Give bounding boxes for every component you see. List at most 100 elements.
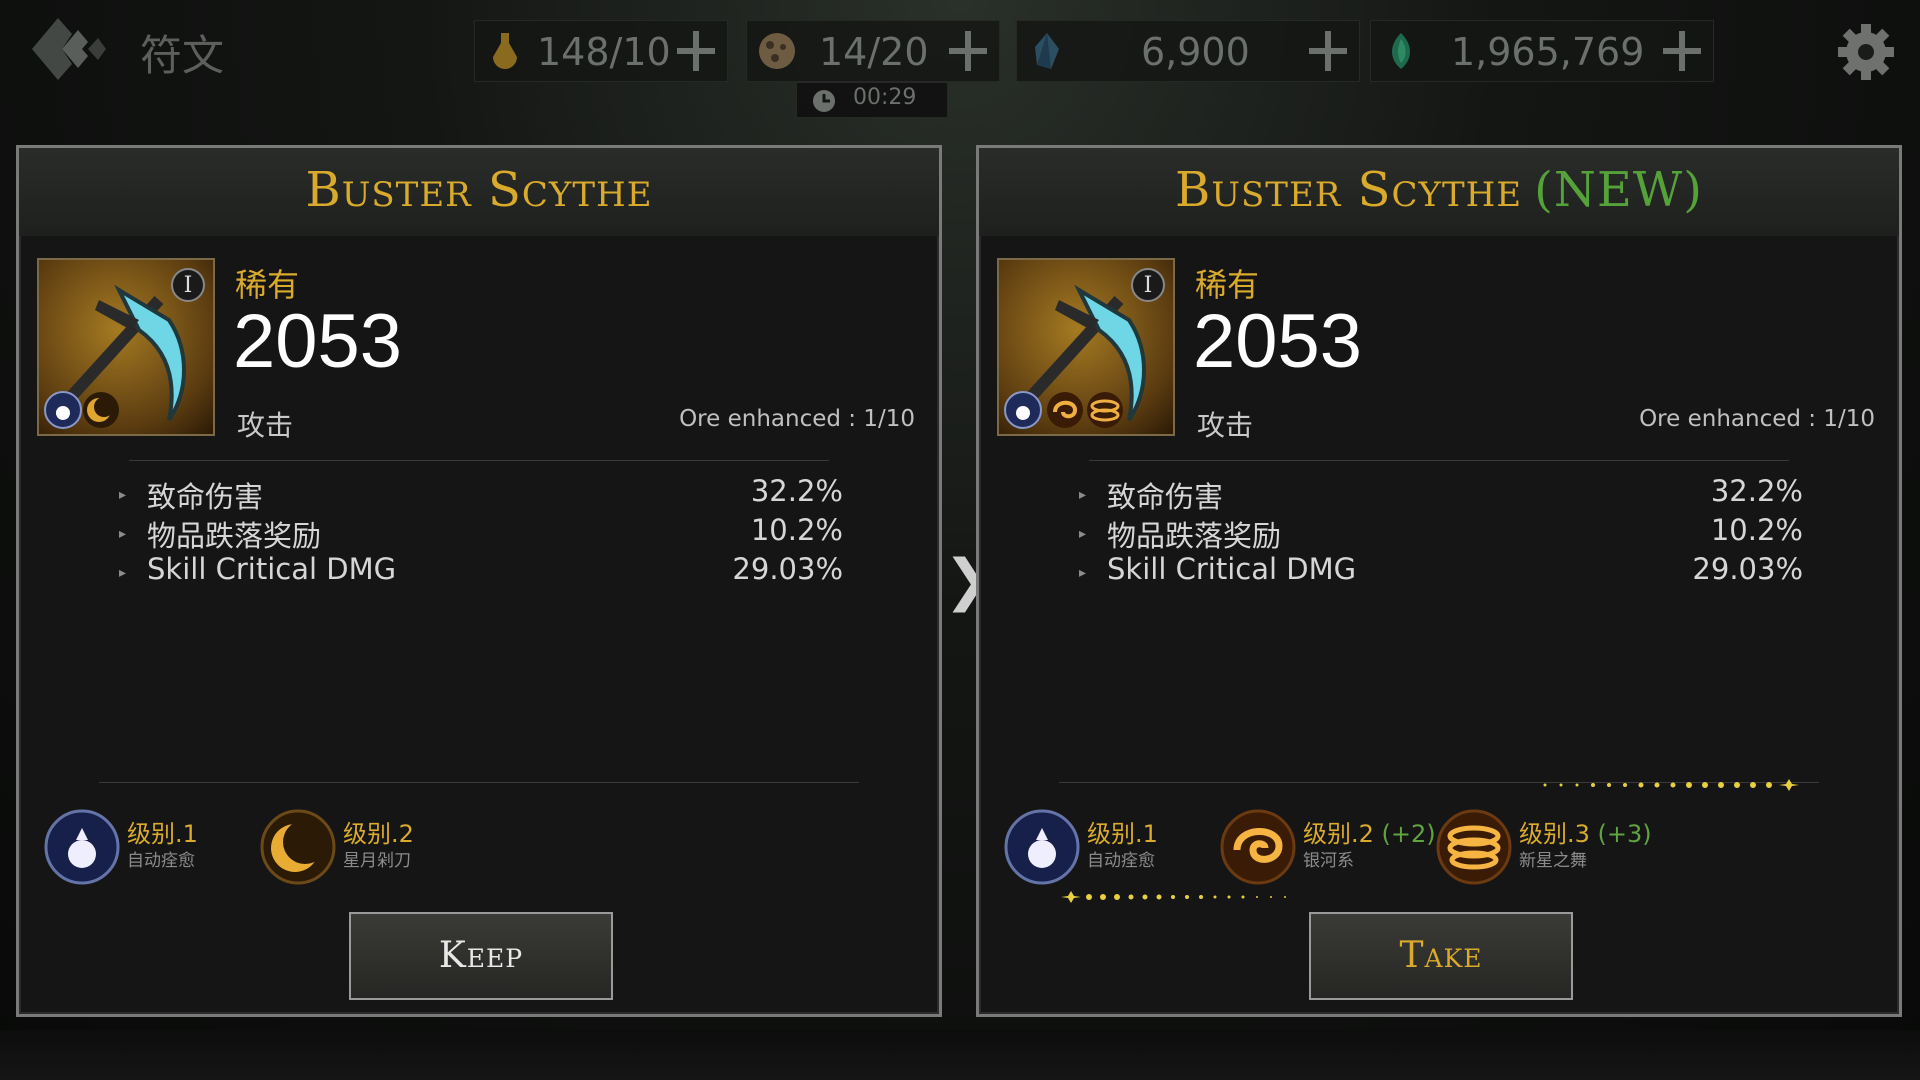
- back-logo-icon[interactable]: [28, 12, 110, 86]
- new-tag: (NEW): [1534, 162, 1703, 218]
- stat-row: ▸ 物品跌落奖励 10.2%: [119, 513, 843, 553]
- stat-name: Skill Critical DMG: [147, 552, 397, 586]
- resource-value: 6,900: [1141, 30, 1250, 74]
- take-button[interactable]: Take: [1309, 912, 1573, 1000]
- skill-slot[interactable]: 级别.2 星月剁刀: [259, 804, 459, 890]
- skill-slot[interactable]: 级别.3 (+3) 新星之舞: [1435, 804, 1652, 890]
- floor-decoration: [0, 1030, 1920, 1080]
- resource-soul-gem: 1,965,769: [1370, 20, 1714, 82]
- skill-name: 自动痊愈: [1087, 851, 1155, 871]
- current-item-panel: Buster Scythe I 稀有 2053 攻击 Ore enhanced …: [16, 145, 942, 1017]
- stat-list: ▸ 致命伤害 32.2% ▸ 物品跌落奖励 10.2% ▸ Skill Critical …: [119, 474, 843, 591]
- crystal-icon: [1035, 33, 1059, 69]
- skill-slot[interactable]: 级别.2 (+2) 银河系: [1219, 804, 1436, 890]
- soul-gem-icon: [1392, 33, 1410, 69]
- stat-value: 32.2%: [750, 474, 843, 508]
- divider: [129, 460, 829, 461]
- skill-level-text: 级别.1: [1087, 820, 1158, 848]
- resource-value: 14/20: [819, 30, 929, 74]
- stat-name: 致命伤害: [147, 480, 264, 514]
- heal-orb-icon: [1004, 391, 1042, 429]
- bullet-icon: ▸: [1079, 487, 1087, 503]
- bullet-icon: ▸: [119, 526, 127, 542]
- stat-row: ▸ Skill Critical DMG 29.03%: [1079, 552, 1803, 591]
- power-value: 2053: [1193, 299, 1363, 384]
- skill-level: 级别.1: [1087, 814, 1158, 849]
- ore-icon: [759, 33, 795, 69]
- bullet-icon: ▸: [119, 487, 127, 503]
- skill-level-text: 级别.3: [1519, 820, 1590, 848]
- panel-header: Buster Scythe: [19, 148, 939, 236]
- stat-name: 物品跌落奖励: [147, 519, 322, 553]
- heal-orb-icon: [44, 391, 82, 429]
- stat-list: ▸ 致命伤害 32.2% ▸ 物品跌落奖励 10.2% ▸ Skill Critical …: [1079, 474, 1803, 591]
- bullet-icon: ▸: [1079, 526, 1087, 542]
- rank-badge: I: [1131, 268, 1165, 302]
- skill-level: 级别.2: [343, 820, 414, 848]
- resource-ore: 14/20: [746, 20, 1000, 82]
- skill-slot[interactable]: 级别.1 自动痊愈: [1003, 804, 1203, 890]
- rank-badge: I: [171, 268, 205, 302]
- stat-row: ▸ 致命伤害 32.2%: [119, 474, 843, 514]
- timer: 00:29: [796, 82, 948, 118]
- ore-enhanced: Ore enhanced : 1/10: [679, 406, 915, 432]
- stat-row: ▸ 致命伤害 32.2%: [1079, 474, 1803, 514]
- resource-crystal: 6,900: [1016, 20, 1360, 82]
- stat-value: 29.03%: [1692, 552, 1803, 586]
- timer-text: 00:29: [853, 85, 917, 110]
- power-value: 2053: [233, 299, 403, 384]
- skill-level: 级别.2 (+2): [1303, 814, 1436, 849]
- galaxy-swirl-icon: [1220, 809, 1296, 885]
- heal-orb-icon: [1004, 809, 1080, 885]
- crescent-moon-icon: [83, 392, 119, 428]
- resource-value: 148/10: [537, 30, 671, 74]
- resource-potion: 148/10: [474, 20, 728, 82]
- stat-row: ▸ 物品跌落奖励 10.2%: [1079, 513, 1803, 553]
- potion-icon: [493, 33, 517, 69]
- item-thumbnail[interactable]: I: [37, 258, 215, 436]
- item-thumbnail[interactable]: I: [997, 258, 1175, 436]
- ore-enhanced: Ore enhanced : 1/10: [1639, 406, 1875, 432]
- stat-value: 10.2%: [750, 513, 843, 547]
- add-soul-gem-button[interactable]: [1659, 27, 1705, 75]
- skill-name: 星月剁刀: [343, 851, 411, 871]
- stat-name: 致命伤害: [1107, 480, 1224, 514]
- item-name: Buster Scythe: [1175, 162, 1523, 218]
- add-potion-button[interactable]: [673, 27, 719, 75]
- stat-value: 10.2%: [1710, 513, 1803, 547]
- nova-dance-icon: [1436, 809, 1512, 885]
- add-ore-button[interactable]: [945, 27, 991, 75]
- new-item-panel: Buster Scythe (NEW) I 稀有 2053 攻击 Ore enha…: [976, 145, 1902, 1017]
- screen-title: 符文: [140, 31, 225, 80]
- skill-bonus: (+2): [1381, 820, 1436, 848]
- settings-gear-icon[interactable]: [1836, 22, 1896, 82]
- heal-orb-icon: [44, 809, 120, 885]
- top-bar: 符文 148/10 14/20 6,900 1,965,769: [0, 0, 1920, 100]
- crescent-moon-icon: [260, 809, 336, 885]
- skill-name: 银河系: [1303, 851, 1354, 871]
- skill-level: 级别.1: [127, 820, 198, 848]
- skill-level-text: 级别.2: [1303, 820, 1374, 848]
- divider: [1089, 460, 1789, 461]
- stat-row: ▸ Skill Critical DMG 29.03%: [119, 552, 843, 591]
- skill-slot[interactable]: 级别.1 自动痊愈: [43, 804, 243, 890]
- nova-dance-icon: [1087, 392, 1123, 428]
- skill-name: 自动痊愈: [127, 851, 195, 871]
- sparkle-trail-icon: [1543, 779, 1799, 791]
- skill-level: 级别.3 (+3): [1519, 814, 1652, 849]
- stat-value: 29.03%: [732, 552, 843, 586]
- stat-type: 攻击: [1197, 409, 1254, 442]
- skill-name: 新星之舞: [1519, 851, 1587, 871]
- clock-icon: [813, 90, 835, 112]
- item-title: Buster Scythe (NEW): [979, 162, 1899, 218]
- stat-name: Skill Critical DMG: [1107, 552, 1357, 586]
- galaxy-swirl-icon: [1047, 392, 1083, 428]
- item-name: Buster Scythe: [305, 162, 653, 218]
- bullet-icon: ▸: [119, 565, 127, 581]
- stat-name: 物品跌落奖励: [1107, 519, 1282, 553]
- keep-button[interactable]: Keep: [349, 912, 613, 1000]
- divider: [99, 782, 859, 783]
- add-crystal-button[interactable]: [1305, 27, 1351, 75]
- stat-value: 32.2%: [1710, 474, 1803, 508]
- stat-type: 攻击: [237, 409, 294, 442]
